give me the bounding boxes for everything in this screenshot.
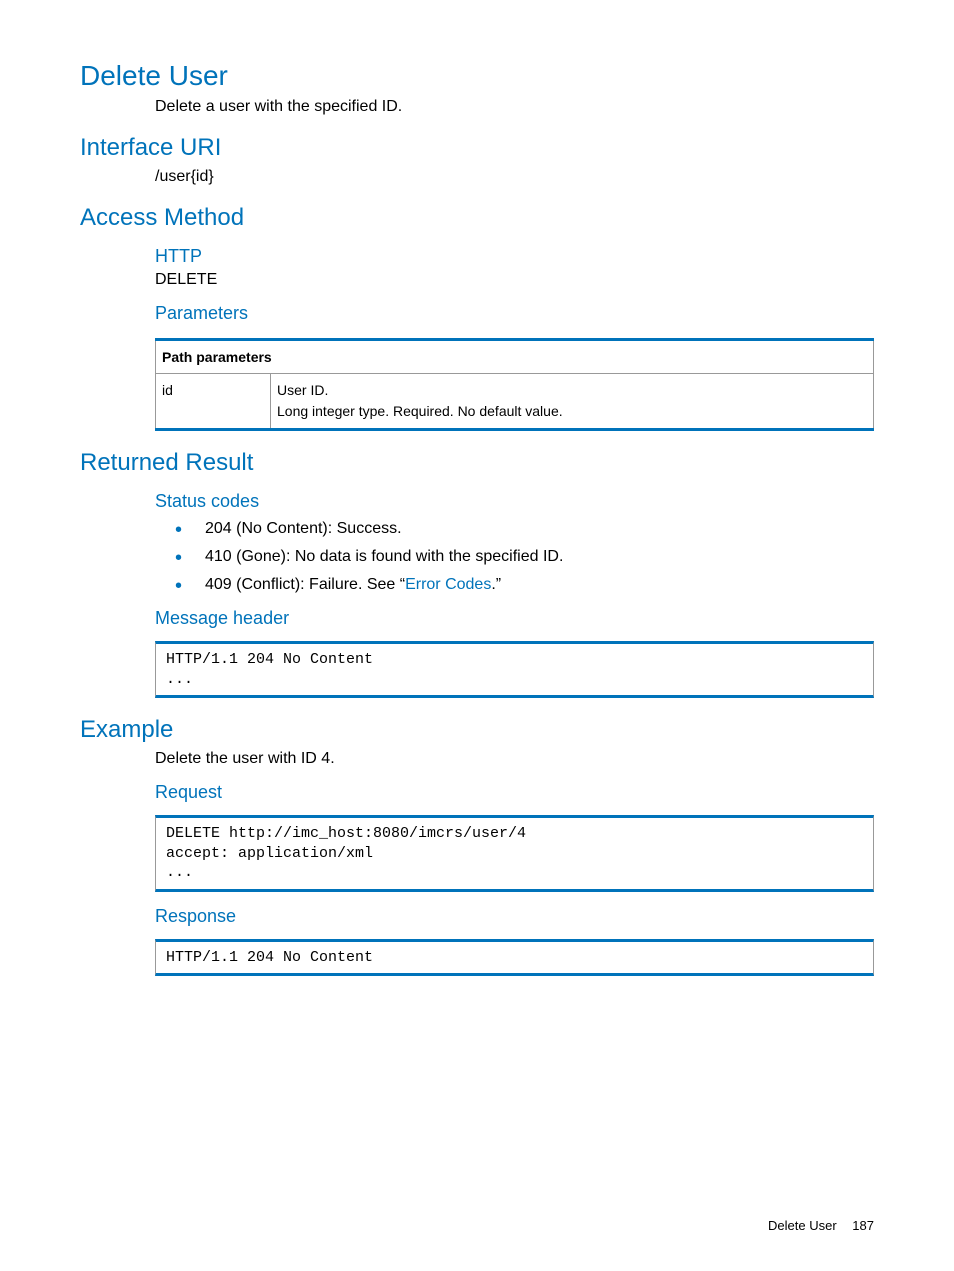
status-codes-list: 204 (No Content): Success. 410 (Gone): N… — [175, 520, 874, 594]
request-heading: Request — [155, 782, 874, 803]
interface-uri-heading: Interface URI — [80, 134, 874, 162]
list-item: 204 (No Content): Success. — [175, 520, 874, 538]
param-name: id — [156, 374, 271, 430]
parameters-table: Path parameters id User ID. Long integer… — [155, 338, 874, 431]
parameters-heading: Parameters — [155, 303, 874, 324]
status-codes-heading: Status codes — [155, 491, 874, 512]
table-header: Path parameters — [156, 340, 874, 374]
error-codes-link[interactable]: Error Codes — [405, 576, 491, 593]
interface-uri-value: /user{id} — [155, 168, 874, 186]
page-title: Delete User — [80, 60, 874, 92]
response-heading: Response — [155, 906, 874, 927]
page-footer: Delete User 187 — [768, 1218, 874, 1233]
param-desc: User ID. Long integer type. Required. No… — [271, 374, 874, 430]
message-header-code: HTTP/1.1 204 No Content ... — [155, 641, 874, 698]
list-item: 409 (Conflict): Failure. See “Error Code… — [175, 576, 874, 594]
response-code: HTTP/1.1 204 No Content — [155, 939, 874, 977]
example-heading: Example — [80, 716, 874, 744]
returned-result-heading: Returned Result — [80, 449, 874, 477]
http-value: DELETE — [155, 271, 874, 289]
example-intro: Delete the user with ID 4. — [155, 750, 874, 768]
intro-text: Delete a user with the specified ID. — [155, 98, 874, 116]
list-item: 410 (Gone): No data is found with the sp… — [175, 548, 874, 566]
footer-section: Delete User — [768, 1218, 837, 1233]
footer-page: 187 — [852, 1218, 874, 1233]
request-code: DELETE http://imc_host:8080/imcrs/user/4… — [155, 815, 874, 892]
table-row: id User ID. Long integer type. Required.… — [156, 374, 874, 430]
access-method-heading: Access Method — [80, 204, 874, 232]
http-heading: HTTP — [155, 246, 874, 267]
message-header-heading: Message header — [155, 608, 874, 629]
